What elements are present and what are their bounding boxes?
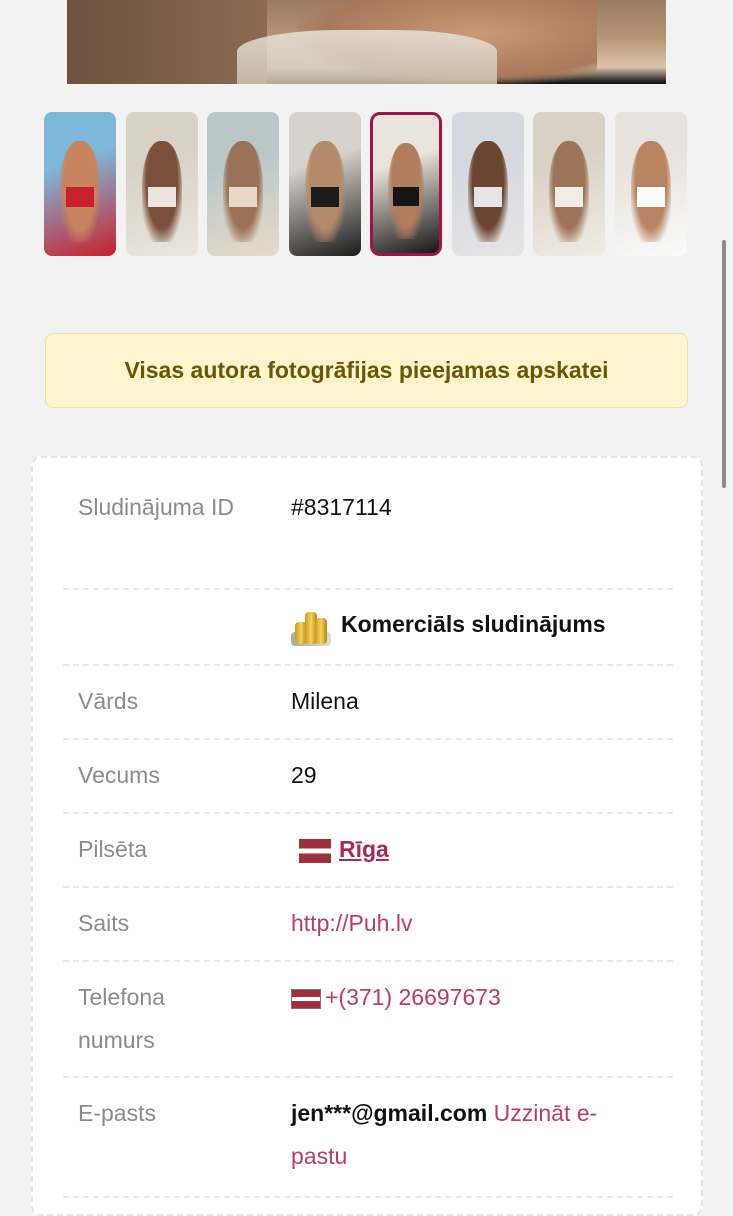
latvia-flag-icon [299,838,331,863]
email-value-wrap: jen***@gmail.com Uzzināt e-pastu [291,1092,641,1178]
ad-details-card: Sludinājuma ID #8317114 Komerciāls sludi… [31,456,703,1216]
thumbnail-garment [473,186,503,208]
email-label: E-pasts [78,1100,156,1126]
city-value-wrap: Rīga [299,828,389,871]
ad-id-value: #8317114 [291,494,392,520]
thumbnail-garment [65,186,95,208]
age-value: 29 [291,762,317,788]
thumbnail-7[interactable] [533,112,605,256]
coins-icon [291,606,333,646]
thumbnail-strip [44,112,690,257]
photo-fabric [237,30,497,84]
email-masked: jen***@gmail.com [291,1100,488,1126]
row-city: Pilsēta Rīga [63,814,673,888]
thumbnail-garment [554,186,584,208]
phone-number[interactable]: +(371) 26697673 [325,984,501,1010]
ad-id-label: Sludinājuma ID [78,494,234,520]
phone-label: Telefona numurs [78,984,165,1053]
thumbnail-garment [228,186,258,208]
row-ad-id: Sludinājuma ID #8317114 [63,486,673,590]
city-label: Pilsēta [78,836,148,862]
site-label: Saits [78,910,130,936]
page-scrollbar[interactable] [722,240,726,488]
thumbnail-5[interactable] [370,112,442,256]
row-name: Vārds Milena [63,666,673,740]
thumbnail-4[interactable] [289,112,361,256]
site-link[interactable]: http://Puh.lv [291,902,412,945]
latvia-flag-icon [291,988,321,1009]
thumbnail-garment [310,186,340,208]
age-label: Vecums [78,762,160,788]
thumbnail-6[interactable] [452,112,524,256]
thumbnail-1[interactable] [44,112,116,256]
name-value: Milena [291,688,359,714]
thumbnail-2[interactable] [126,112,198,256]
row-site: Saits http://Puh.lv [63,888,673,962]
name-label: Vārds [78,688,139,714]
photos-available-notice: Visas autora fotogrāfijas pieejamas apsk… [45,333,688,408]
phone-value-wrap[interactable]: +(371) 26697673 [291,976,501,1019]
row-phone: Telefona numurs +(371) 26697673 [63,962,673,1078]
row-age: Vecums 29 [63,740,673,814]
main-photo[interactable] [67,0,666,84]
notice-text: Visas autora fotogrāfijas pieejamas apsk… [124,357,609,383]
commercial-badge: Komerciāls sludinājums [291,604,606,646]
thumbnail-garment [392,186,420,207]
city-link[interactable]: Rīga [339,836,389,862]
thumbnail-3[interactable] [207,112,279,256]
row-commercial: Komerciāls sludinājums [63,590,673,666]
thumbnail-garment [147,186,177,208]
row-email: E-pasts jen***@gmail.com Uzzināt e-pastu [63,1078,673,1198]
thumbnail-8[interactable] [615,112,687,256]
thumbnail-garment [636,186,666,208]
commercial-text: Komerciāls sludinājums [341,611,606,637]
